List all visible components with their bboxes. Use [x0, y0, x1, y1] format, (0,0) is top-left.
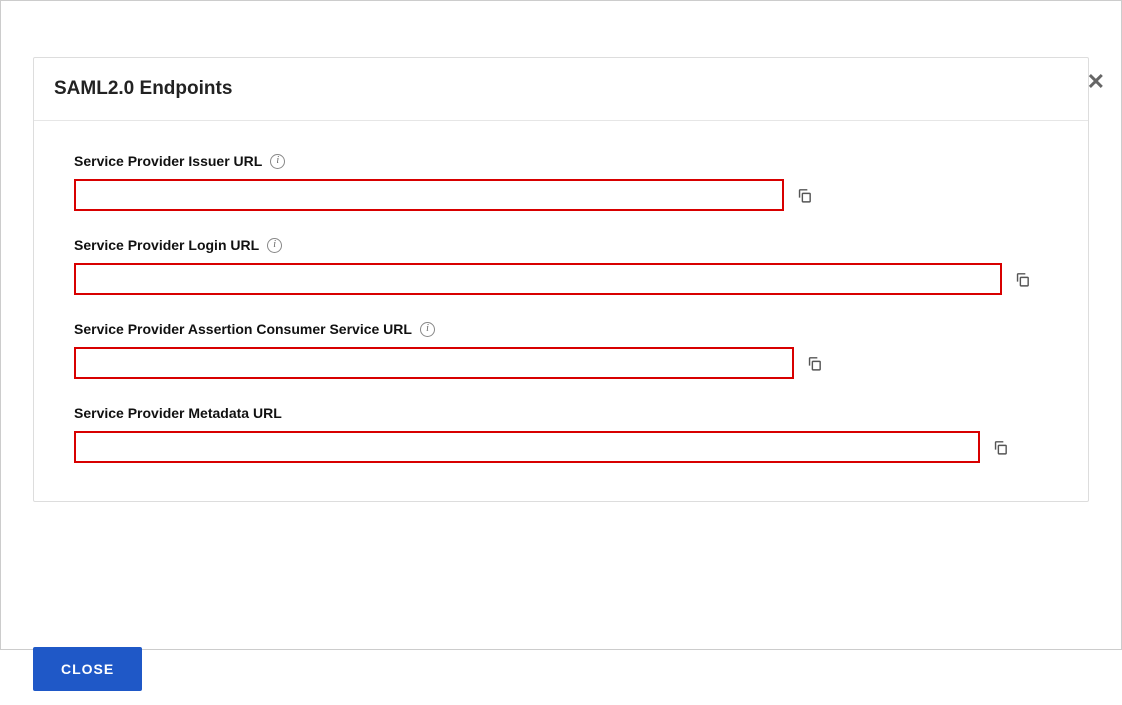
copy-icon[interactable]	[794, 185, 814, 205]
acs-label: Service Provider Assertion Consumer Serv…	[74, 321, 412, 337]
field-label-row: Service Provider Metadata URL	[74, 405, 1060, 421]
issuer-url-input[interactable]	[74, 179, 784, 211]
field-label-row: Service Provider Login URL i	[74, 237, 1060, 253]
issuer-label: Service Provider Issuer URL	[74, 153, 262, 169]
field-row	[74, 431, 1060, 463]
field-row	[74, 347, 1060, 379]
saml-endpoints-card: SAML2.0 Endpoints Service Provider Issue…	[33, 57, 1089, 502]
card-header: SAML2.0 Endpoints	[34, 58, 1088, 121]
login-url-input[interactable]	[74, 263, 1002, 295]
field-group-issuer: Service Provider Issuer URL i	[74, 153, 1060, 211]
copy-icon[interactable]	[804, 353, 824, 373]
acs-url-input[interactable]	[74, 347, 794, 379]
dialog-footer: CLOSE	[33, 647, 142, 691]
copy-icon[interactable]	[1012, 269, 1032, 289]
field-group-login: Service Provider Login URL i	[74, 237, 1060, 295]
metadata-url-input[interactable]	[74, 431, 980, 463]
login-label: Service Provider Login URL	[74, 237, 259, 253]
saml-endpoints-dialog: ✕ SAML2.0 Endpoints Service Provider Iss…	[1, 57, 1121, 705]
info-icon[interactable]: i	[267, 238, 282, 253]
field-group-acs: Service Provider Assertion Consumer Serv…	[74, 321, 1060, 379]
info-icon[interactable]: i	[420, 322, 435, 337]
card-body: Service Provider Issuer URL i Ser	[34, 121, 1088, 501]
field-row	[74, 263, 1060, 295]
info-icon[interactable]: i	[270, 154, 285, 169]
field-label-row: Service Provider Assertion Consumer Serv…	[74, 321, 1060, 337]
close-icon[interactable]: ✕	[1087, 71, 1105, 93]
close-button[interactable]: CLOSE	[33, 647, 142, 691]
copy-icon[interactable]	[990, 437, 1010, 457]
field-label-row: Service Provider Issuer URL i	[74, 153, 1060, 169]
metadata-label: Service Provider Metadata URL	[74, 405, 282, 421]
field-group-metadata: Service Provider Metadata URL	[74, 405, 1060, 463]
card-title: SAML2.0 Endpoints	[54, 78, 1068, 100]
field-row	[74, 179, 1060, 211]
